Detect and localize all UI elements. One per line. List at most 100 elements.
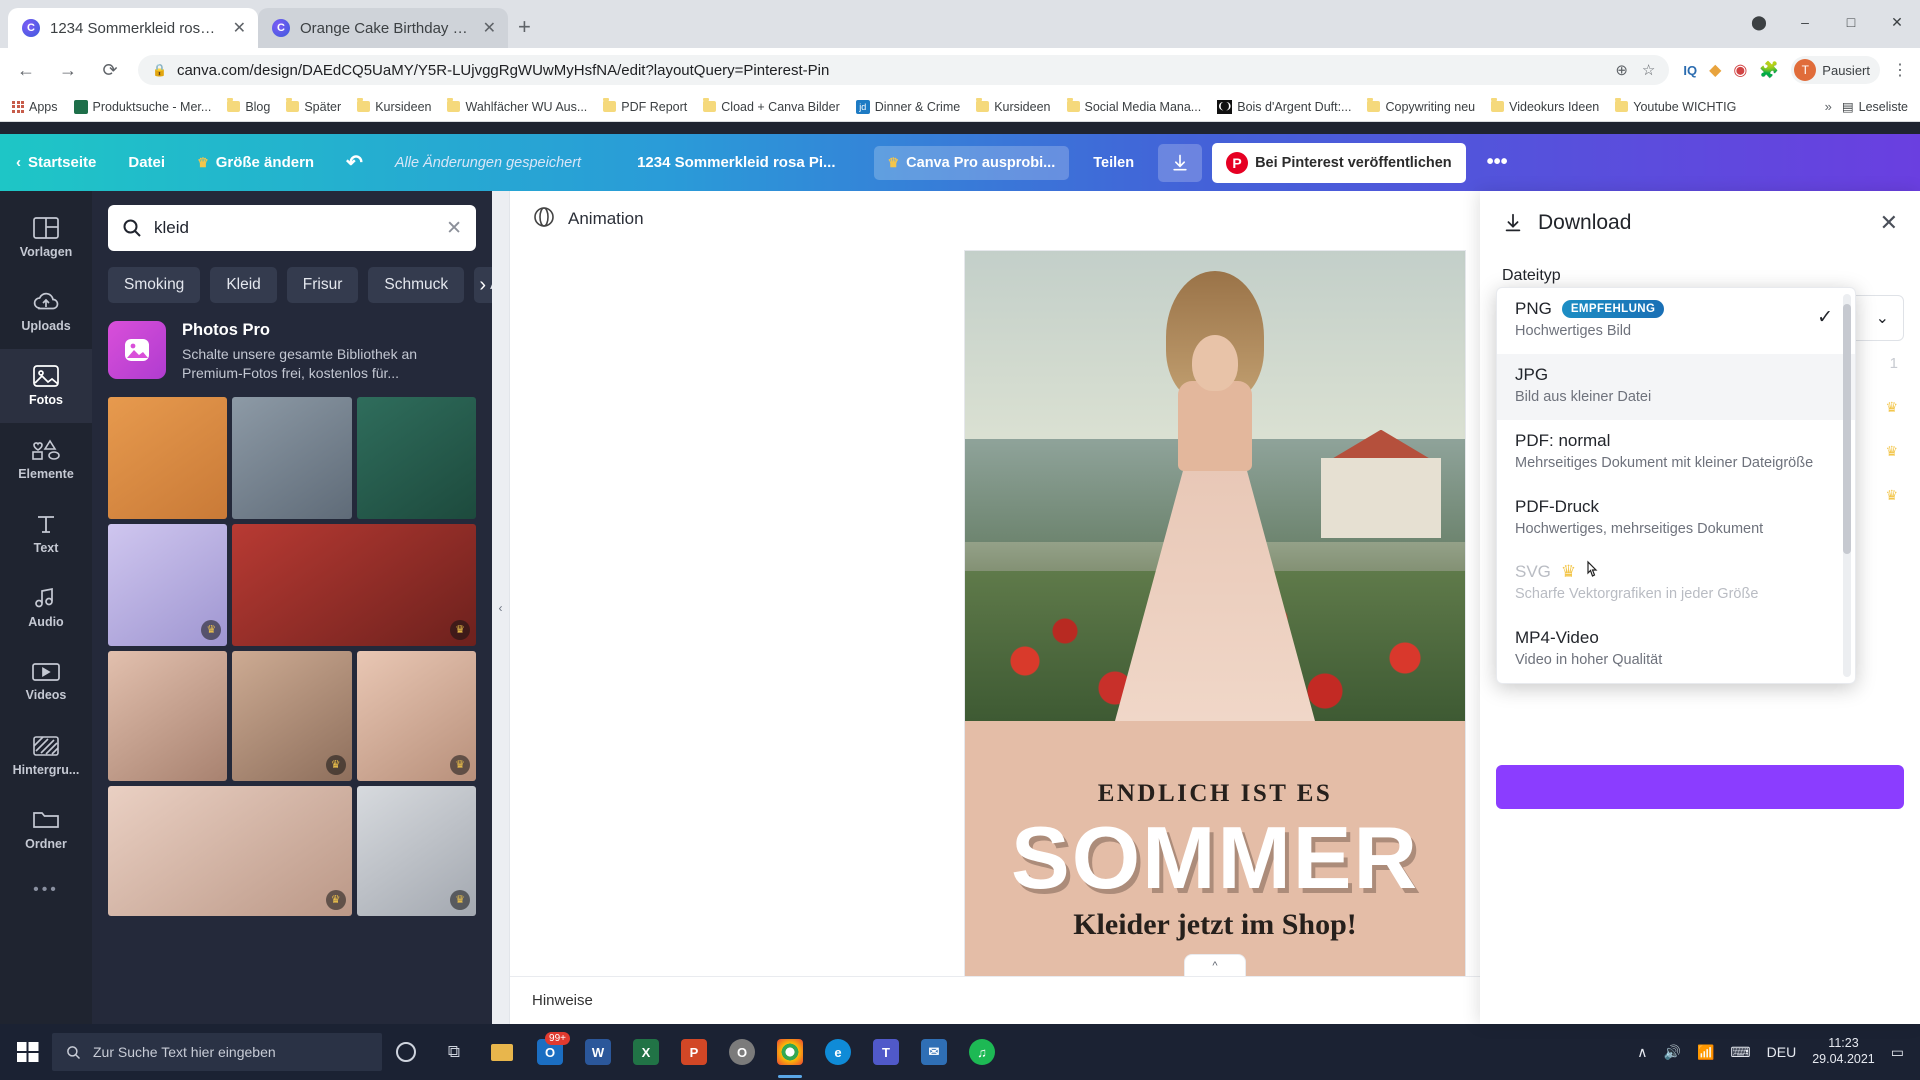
puzzle-extension-icon[interactable]: 🧩 <box>1759 60 1779 80</box>
animation-label[interactable]: Animation <box>568 209 644 229</box>
iq-extension-icon[interactable]: IQ <box>1683 63 1697 78</box>
sidebar-item-fotos[interactable]: Fotos <box>0 349 92 423</box>
bookmark-kursideen-1[interactable]: Kursideen <box>357 98 431 114</box>
design-headline-2[interactable]: SOMMER <box>1011 814 1419 902</box>
bookmark-cload-canva[interactable]: Cload + Canva Bilder <box>703 98 840 114</box>
chip-schmuck[interactable]: Schmuck <box>368 267 465 303</box>
bookmark-youtube[interactable]: Youtube WICHTIG <box>1615 98 1736 114</box>
tray-chevron-icon[interactable]: ∧ <box>1637 1044 1647 1061</box>
dropdown-scrollbar[interactable] <box>1843 294 1851 678</box>
file-menu-button[interactable]: Datei <box>112 154 181 171</box>
chip-kleid[interactable]: Kleid <box>210 267 277 303</box>
maximize-button[interactable]: □ <box>1828 0 1874 44</box>
taskbar-spotify-icon[interactable]: ♫ <box>958 1024 1006 1080</box>
taskbar-teams-icon[interactable]: T <box>862 1024 910 1080</box>
bookmarks-overflow-icon[interactable]: » <box>1825 99 1832 114</box>
more-options-button[interactable]: ••• <box>1471 151 1524 174</box>
taskbar-file-explorer-icon[interactable] <box>478 1024 526 1080</box>
reading-list-button[interactable]: ▤ Leseliste <box>1842 99 1908 115</box>
publish-pinterest-button[interactable]: P Bei Pinterest veröffentlichen <box>1212 142 1466 183</box>
taskbar-edge-icon[interactable]: e <box>814 1024 862 1080</box>
taskbar-powerpoint-icon[interactable]: P <box>670 1024 718 1080</box>
share-button[interactable]: Teilen <box>1079 146 1148 180</box>
chip-smoking[interactable]: Smoking <box>108 267 201 303</box>
cast-extension-icon[interactable]: ◉ <box>1733 60 1747 80</box>
bookmark-blog[interactable]: Blog <box>227 98 270 114</box>
sidebar-item-vorlagen[interactable]: Vorlagen <box>0 201 92 275</box>
sidebar-item-ordner[interactable]: Ordner <box>0 793 92 867</box>
photo-thumbnail[interactable] <box>108 396 228 519</box>
bookmark-wahlfaecher[interactable]: Wahlfächer WU Aus... <box>447 98 587 114</box>
bookmark-bois-dargent[interactable]: ❨❩ Bois d'Argent Duft:... <box>1217 99 1351 114</box>
taskbar-word-icon[interactable]: W <box>574 1024 622 1080</box>
clear-search-icon[interactable]: ✕ <box>446 217 462 240</box>
taskbar-clock[interactable]: 11:23 29.04.2021 <box>1812 1036 1875 1067</box>
filetype-option-svg[interactable]: SVG ♛ Scharfe Vektorgrafiken in jeder Gr… <box>1497 551 1855 617</box>
new-tab-button[interactable]: + <box>518 14 531 40</box>
notification-icon[interactable]: ▭ <box>1891 1044 1904 1061</box>
start-button[interactable] <box>4 1024 52 1080</box>
taskbar-opera-icon[interactable]: O <box>718 1024 766 1080</box>
bookmark-videokurs[interactable]: Videokurs Ideen <box>1491 98 1599 114</box>
bookmark-social-media[interactable]: Social Media Mana... <box>1066 98 1201 114</box>
zoom-icon[interactable]: ⊕ <box>1615 61 1628 79</box>
wifi-icon[interactable]: 📶 <box>1697 1044 1714 1061</box>
search-input[interactable] <box>154 218 435 238</box>
close-tab-icon[interactable]: ✕ <box>483 18 496 38</box>
document-name[interactable]: 1234 Sommerkleid rosa Pi... <box>621 154 851 171</box>
sidebar-item-hintergrund[interactable]: Hintergru... <box>0 719 92 793</box>
filetype-option-pdf-druck[interactable]: PDF-Druck Hochwertiges, mehrseitiges Dok… <box>1497 486 1855 552</box>
taskbar-excel-icon[interactable]: X <box>622 1024 670 1080</box>
photo-thumbnail[interactable] <box>108 650 228 781</box>
photo-thumbnail[interactable]: ♛ <box>356 650 476 781</box>
design-page[interactable]: ENDLICH IST ES SOMMER Kleider jetzt im S… <box>965 251 1465 1001</box>
profile-chip[interactable]: T Pausiert <box>1791 56 1880 84</box>
close-icon[interactable]: ✕ <box>1880 210 1898 236</box>
design-headline-1[interactable]: ENDLICH IST ES <box>1098 780 1333 808</box>
filetype-option-pdf-normal[interactable]: PDF: normal Mehrseitiges Dokument mit kl… <box>1497 420 1855 486</box>
close-tab-icon[interactable]: ✕ <box>233 18 246 38</box>
resize-button[interactable]: ♛ Größe ändern <box>181 154 330 171</box>
taskbar-cortana-icon[interactable] <box>382 1024 430 1080</box>
sidebar-item-videos[interactable]: Videos <box>0 645 92 719</box>
animation-icon[interactable] <box>532 205 556 234</box>
reload-icon[interactable]: ⟳ <box>96 56 124 84</box>
pages-panel-toggle[interactable]: ^ <box>1184 954 1246 976</box>
bookmark-spaeter[interactable]: Später <box>286 98 341 114</box>
download-button[interactable] <box>1158 143 1203 182</box>
scrollbar-thumb[interactable] <box>1843 304 1851 554</box>
taskbar-chrome-icon[interactable] <box>766 1024 814 1080</box>
photo-thumbnail[interactable]: ♛ <box>108 785 352 916</box>
panel-collapse-handle[interactable]: ‹ <box>492 191 510 1024</box>
filetype-option-mp4[interactable]: MP4-Video Video in hoher Qualität <box>1497 617 1855 683</box>
sidebar-more-icon[interactable]: ••• <box>33 881 59 899</box>
sidebar-item-elemente[interactable]: Elemente <box>0 423 92 497</box>
browser-tab-0[interactable]: C 1234 Sommerkleid rosa Pin #1 – ✕ <box>8 8 258 48</box>
design-headline-3[interactable]: Kleider jetzt im Shop! <box>1073 908 1357 942</box>
filetype-option-png[interactable]: PNG EMPFEHLUNG Hochwertiges Bild ✓ <box>1497 288 1855 354</box>
chevron-down-icon[interactable]: ⌄ <box>1876 308 1889 328</box>
taskbar-search-box[interactable]: Zur Suche Text hier eingeben <box>52 1033 382 1071</box>
bookmark-pdf-report[interactable]: PDF Report <box>603 98 687 114</box>
bookmark-apps[interactable]: Apps <box>12 100 58 114</box>
forward-icon[interactable]: → <box>54 56 82 84</box>
minimize-button[interactable]: – <box>1782 0 1828 44</box>
filetype-option-jpg[interactable]: JPG Bild aus kleiner Datei <box>1497 353 1855 420</box>
volume-icon[interactable]: 🔊 <box>1664 1044 1681 1061</box>
sidebar-item-uploads[interactable]: Uploads <box>0 275 92 349</box>
close-window-button[interactable]: ✕ <box>1874 0 1920 44</box>
keyboard-icon[interactable]: ⌨ <box>1730 1044 1750 1061</box>
photo-thumbnail[interactable]: ♛ <box>108 523 228 646</box>
photo-thumbnail[interactable]: ♛ <box>356 785 476 916</box>
shield-extension-icon[interactable]: ◆ <box>1709 60 1721 80</box>
photos-pro-promo[interactable]: Photos Pro Schalte unsere gesamte Biblio… <box>92 303 492 383</box>
photo-thumbnail[interactable] <box>232 396 352 519</box>
bookmark-kursideen-2[interactable]: Kursideen <box>976 98 1051 114</box>
language-indicator[interactable]: DEU <box>1767 1044 1797 1060</box>
address-bar[interactable]: 🔒 canva.com/design/DAEdCQ5UaMY/Y5R-LUjvg… <box>138 55 1670 85</box>
photo-thumbnail[interactable]: ♛ <box>232 523 476 646</box>
taskbar-task-view-icon[interactable]: ⧉ <box>430 1024 478 1080</box>
chips-next-icon[interactable]: › <box>479 274 486 297</box>
bookmark-produktsuche[interactable]: Produktsuche - Mer... <box>73 99 211 114</box>
browser-tab-1[interactable]: C Orange Cake Birthday Pinterest C ✕ <box>258 8 508 48</box>
